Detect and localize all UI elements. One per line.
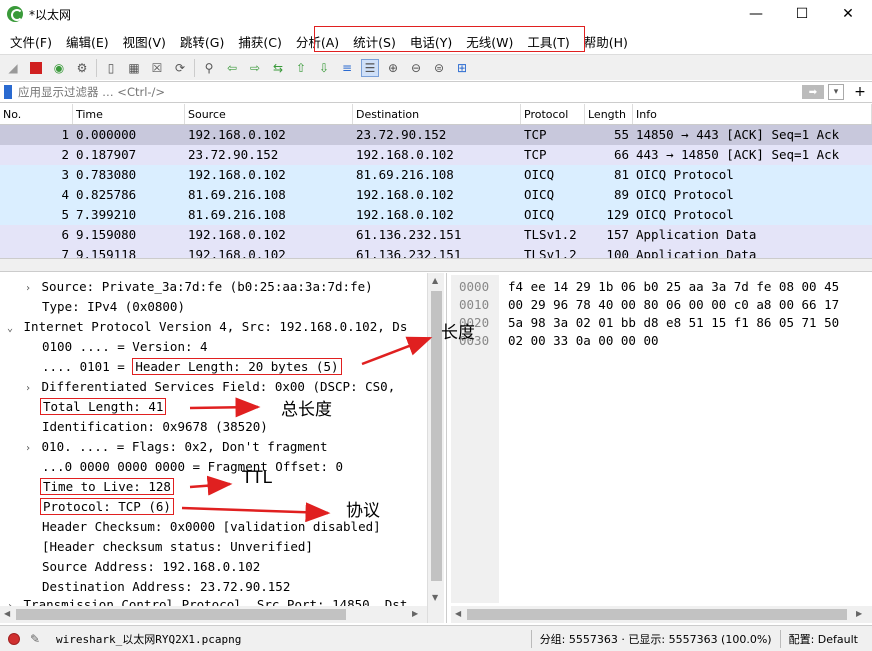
annotation-arrows bbox=[181, 336, 433, 523]
packet-counts: 分组: 5557363 · 已显示: 5557363 (100.0%) bbox=[539, 632, 772, 646]
arrow-protocol bbox=[181, 502, 331, 523]
arrow-header-length bbox=[361, 336, 433, 366]
capture-status-icon[interactable] bbox=[8, 632, 20, 645]
annotation-ttl: TTL bbox=[242, 468, 272, 488]
status-separator bbox=[530, 629, 532, 648]
annotation-total-length: 总长度 bbox=[281, 400, 332, 420]
annotation-protocol: 协议 bbox=[346, 501, 380, 521]
arrow-total-length bbox=[189, 397, 261, 418]
status-separator bbox=[779, 629, 781, 648]
annotation-header-length: 长度 bbox=[441, 323, 475, 343]
capture-file-name: wireshark_以太网RYQ2X1.pcapng bbox=[56, 632, 242, 646]
status-bar: ✎ wireshark_以太网RYQ2X1.pcapng 分组: 5557363… bbox=[0, 625, 872, 651]
edit-comment-icon[interactable]: ✎ bbox=[30, 632, 44, 646]
profile-label[interactable]: 配置: Default bbox=[789, 631, 858, 647]
arrow-ttl bbox=[189, 475, 233, 496]
